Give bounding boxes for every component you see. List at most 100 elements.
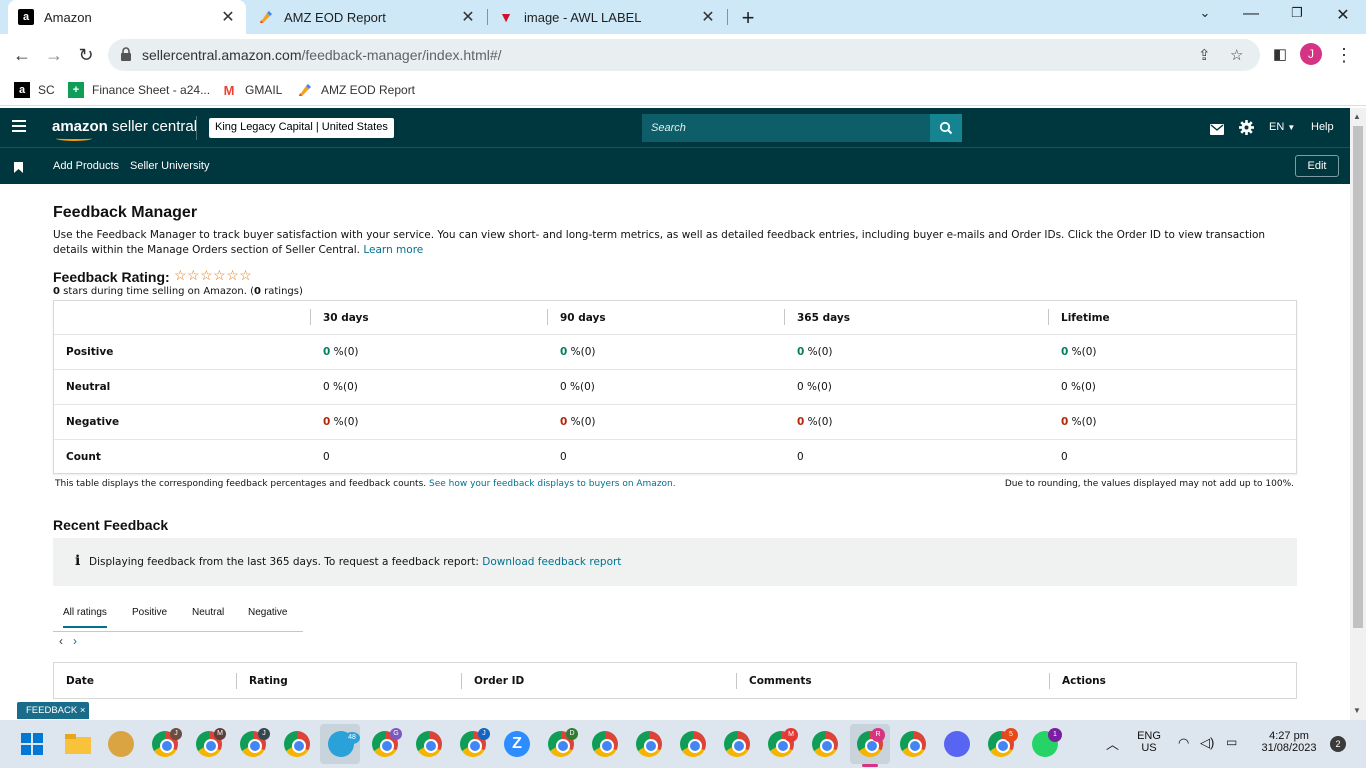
chrome-icon[interactable]	[592, 731, 618, 757]
gmail-icon: M	[223, 82, 235, 98]
window-close-icon[interactable]: ✕	[1331, 5, 1355, 25]
search-button[interactable]	[930, 114, 962, 142]
language-indicator[interactable]: ENG US	[1136, 730, 1162, 754]
close-icon[interactable]: ✕	[458, 7, 478, 27]
bookmark-gmail[interactable]: M GMAIL	[221, 82, 283, 98]
mail-icon[interactable]	[1210, 122, 1224, 140]
column-90-days: 90 days	[560, 312, 606, 324]
chrome-icon[interactable]	[680, 731, 706, 757]
scrollbar-thumb[interactable]	[1353, 126, 1363, 628]
table-note: This table displays the corresponding fe…	[55, 479, 676, 489]
bookmark-label: AMZ EOD Report	[321, 83, 416, 97]
reload-icon[interactable]: ↻	[74, 43, 98, 67]
store-selector[interactable]: King Legacy Capital | United States	[209, 118, 394, 138]
cell-value: 0	[560, 381, 567, 393]
seller-university-link[interactable]: Seller University	[130, 160, 209, 172]
search-input[interactable]: Search	[642, 114, 930, 142]
tab-neutral[interactable]: Neutral	[192, 607, 224, 618]
tab-negative[interactable]: Negative	[248, 607, 287, 618]
bookmark-star-icon[interactable]: ☆	[1230, 46, 1243, 64]
chrome-icon[interactable]	[812, 731, 838, 757]
kebab-menu-icon[interactable]: ⋮	[1332, 43, 1356, 67]
address-bar[interactable]: sellercentral.amazon.com/feedback-manage…	[108, 39, 1260, 71]
add-products-link[interactable]: Add Products	[53, 160, 119, 172]
new-tab-button[interactable]: +	[736, 5, 760, 31]
battery-icon[interactable]: ▭	[1226, 735, 1237, 749]
bookmark-ribbon-icon	[14, 160, 23, 178]
chrome-icon[interactable]	[724, 731, 750, 757]
chevron-right-icon[interactable]: ›	[73, 634, 77, 648]
file-explorer-icon[interactable]	[65, 734, 91, 759]
column-actions[interactable]: Actions	[1062, 675, 1106, 687]
feedback-button[interactable]: FEEDBACK ×	[17, 702, 89, 719]
app-avatar-icon[interactable]	[108, 731, 134, 757]
rating-summary-end: ratings)	[260, 286, 303, 297]
buyer-display-link[interactable]: See how your feedback displays to buyers…	[429, 479, 676, 489]
tab-all-ratings[interactable]: All ratings	[63, 607, 107, 628]
column-date[interactable]: Date	[66, 675, 94, 687]
edit-button[interactable]: Edit	[1295, 155, 1339, 177]
cell-value: 0	[1061, 381, 1068, 393]
share-icon[interactable]: ⇪	[1198, 46, 1211, 64]
browser-tab-eod-report[interactable]: AMZ EOD Report ✕	[248, 0, 486, 34]
column-rating[interactable]: Rating	[249, 675, 288, 687]
chrome-icon[interactable]	[636, 731, 662, 757]
learn-more-link[interactable]: Learn more	[363, 244, 423, 256]
chevron-left-icon[interactable]: ‹	[59, 634, 63, 648]
table-cell: 0 %(0)	[560, 381, 595, 393]
hamburger-menu-icon[interactable]	[12, 120, 26, 134]
close-icon[interactable]: ✕	[218, 7, 238, 27]
discord-icon[interactable]	[944, 731, 970, 757]
table-cell: 0 %(0)	[1061, 416, 1097, 428]
language-selector[interactable]: EN ▼	[1269, 121, 1295, 133]
table-cell: 0 %(0)	[797, 381, 832, 393]
table-cell: 0 %(0)	[323, 381, 358, 393]
browser-tab-amazon[interactable]: a Amazon ✕	[8, 0, 246, 34]
seller-central-header: amazon seller central King Legacy Capita…	[0, 108, 1350, 148]
close-icon[interactable]: ✕	[698, 7, 718, 27]
profile-badge: R	[871, 728, 885, 742]
back-arrow-icon[interactable]: ←	[10, 43, 34, 67]
cell-suffix: %(0)	[1068, 416, 1097, 428]
zoom-icon[interactable]: Z	[504, 731, 530, 757]
cell-suffix: %(0)	[1067, 381, 1096, 393]
gear-icon[interactable]	[1239, 120, 1254, 140]
chrome-icon[interactable]	[900, 731, 926, 757]
bookmark-sc[interactable]: a SC	[14, 82, 55, 98]
notification-badge[interactable]: 2	[1330, 736, 1346, 752]
url-host: sellercentral.amazon.com	[142, 47, 302, 63]
help-link[interactable]: Help	[1311, 121, 1334, 133]
tab-positive[interactable]: Positive	[132, 607, 167, 618]
multicolor-pencil-icon	[297, 82, 313, 98]
row-label: Negative	[66, 416, 120, 428]
table-row-positive: Positive 0 %(0) 0 %(0) 0 %(0) 0 %(0)	[54, 335, 1296, 370]
column-order-id[interactable]: Order ID	[474, 675, 524, 687]
clock[interactable]: 4:27 pm 31/08/2023	[1252, 730, 1326, 754]
windows-start-icon[interactable]	[21, 733, 43, 760]
scroll-up-icon[interactable]: ▲	[1353, 112, 1361, 121]
scroll-down-icon[interactable]: ▼	[1353, 706, 1361, 715]
profile-avatar[interactable]: J	[1300, 43, 1322, 65]
column-comments[interactable]: Comments	[749, 675, 812, 687]
table-header-row: 30 days 90 days 365 days Lifetime	[54, 301, 1296, 335]
restore-icon[interactable]: ❐	[1285, 5, 1309, 21]
seller-central-logo[interactable]: amazon seller central	[52, 118, 197, 141]
bookmark-finance-sheet[interactable]: + Finance Sheet - a24...	[68, 82, 210, 98]
side-panel-icon[interactable]: ◧	[1268, 43, 1292, 67]
bookmark-label: GMAIL	[245, 83, 283, 97]
row-label: Positive	[66, 346, 114, 358]
forward-arrow-icon[interactable]: →	[42, 43, 66, 67]
description-text: Use the Feedback Manager to track buyer …	[53, 229, 1266, 256]
download-report-link[interactable]: Download feedback report	[482, 556, 621, 568]
browser-tab-awl-label[interactable]: ▼ image - AWL LABEL ✕	[488, 0, 726, 34]
bookmark-eod-report[interactable]: AMZ EOD Report	[297, 82, 415, 98]
clock-date: 31/08/2023	[1261, 742, 1317, 754]
chrome-icon[interactable]	[284, 731, 310, 757]
wifi-icon[interactable]: ◠	[1178, 735, 1189, 751]
speaker-icon[interactable]: ◁)	[1200, 735, 1214, 751]
tab-search-icon[interactable]: ⌄	[1193, 5, 1217, 21]
vertical-scrollbar[interactable]: ▲ ▼	[1350, 108, 1366, 720]
show-hidden-icons-icon[interactable]: ︿	[1106, 734, 1119, 753]
minimize-icon[interactable]: —	[1239, 5, 1263, 23]
chrome-icon[interactable]	[416, 731, 442, 757]
